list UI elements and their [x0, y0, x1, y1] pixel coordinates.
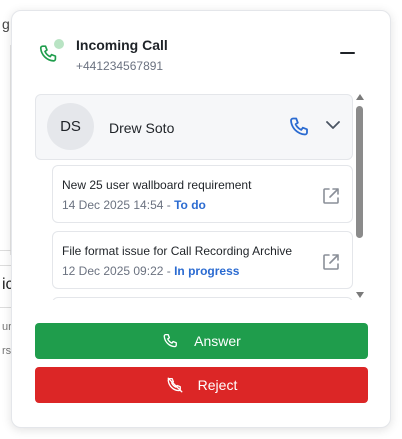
phone-icon — [39, 45, 57, 62]
phone-icon — [163, 333, 178, 348]
scroll-up-arrow[interactable] — [356, 94, 364, 100]
contact-name: Drew Soto — [109, 120, 175, 136]
ticket-title: New 25 user wallboard requirement — [62, 178, 252, 192]
minimize-icon — [340, 52, 355, 54]
phone-off-icon — [167, 377, 183, 393]
ticket-title: File format issue for Call Recording Arc… — [62, 244, 293, 258]
ticket-separator: - — [163, 264, 175, 278]
external-link-icon[interactable] — [321, 186, 341, 206]
ticket-item[interactable]: New 25 user wallboard requirement 14 Dec… — [52, 165, 353, 223]
background-text: rs — [2, 345, 12, 357]
ticket-meta: 14 Dec 2025 14:54 - To do — [62, 198, 206, 212]
incoming-call-panel: Incoming Call +441234567891 DS Drew Soto… — [11, 10, 391, 428]
ticket-date: 12 Dec 2025 09:22 — [62, 264, 164, 278]
external-link-icon[interactable] — [321, 252, 341, 272]
reject-label: Reject — [197, 377, 238, 393]
incoming-call-indicator — [38, 39, 64, 65]
ticket-item[interactable] — [52, 297, 353, 300]
ticket-date: 14 Dec 2025 14:54 — [62, 198, 164, 212]
minimize-button[interactable] — [337, 41, 361, 65]
contact-call-button[interactable] — [288, 115, 312, 139]
caller-details-list[interactable]: DS Drew Soto New 25 user wallboard requi… — [35, 94, 353, 300]
call-title: Incoming Call — [76, 37, 168, 53]
ticket-item[interactable]: File format issue for Call Recording Arc… — [52, 231, 353, 289]
phone-icon — [290, 117, 308, 136]
answer-label: Answer — [194, 333, 241, 349]
reject-button[interactable]: Reject — [35, 367, 368, 403]
chevron-down-icon — [326, 121, 340, 129]
ticket-status: In progress — [174, 264, 240, 278]
background-text: g — [2, 16, 10, 32]
expand-contact-button[interactable] — [324, 116, 342, 134]
avatar: DS — [47, 103, 94, 150]
answer-button[interactable]: Answer — [35, 323, 368, 359]
scroll-thumb[interactable] — [356, 106, 363, 238]
caller-number: +441234567891 — [76, 59, 164, 73]
ticket-status: To do — [174, 198, 206, 212]
scroll-down-arrow[interactable] — [356, 292, 364, 298]
list-scrollbar[interactable] — [355, 94, 365, 300]
ticket-meta: 12 Dec 2025 09:22 - In progress — [62, 264, 239, 278]
ticket-separator: - — [163, 198, 175, 212]
contact-card[interactable]: DS Drew Soto — [35, 94, 353, 160]
call-header: Incoming Call +441234567891 — [12, 11, 390, 91]
